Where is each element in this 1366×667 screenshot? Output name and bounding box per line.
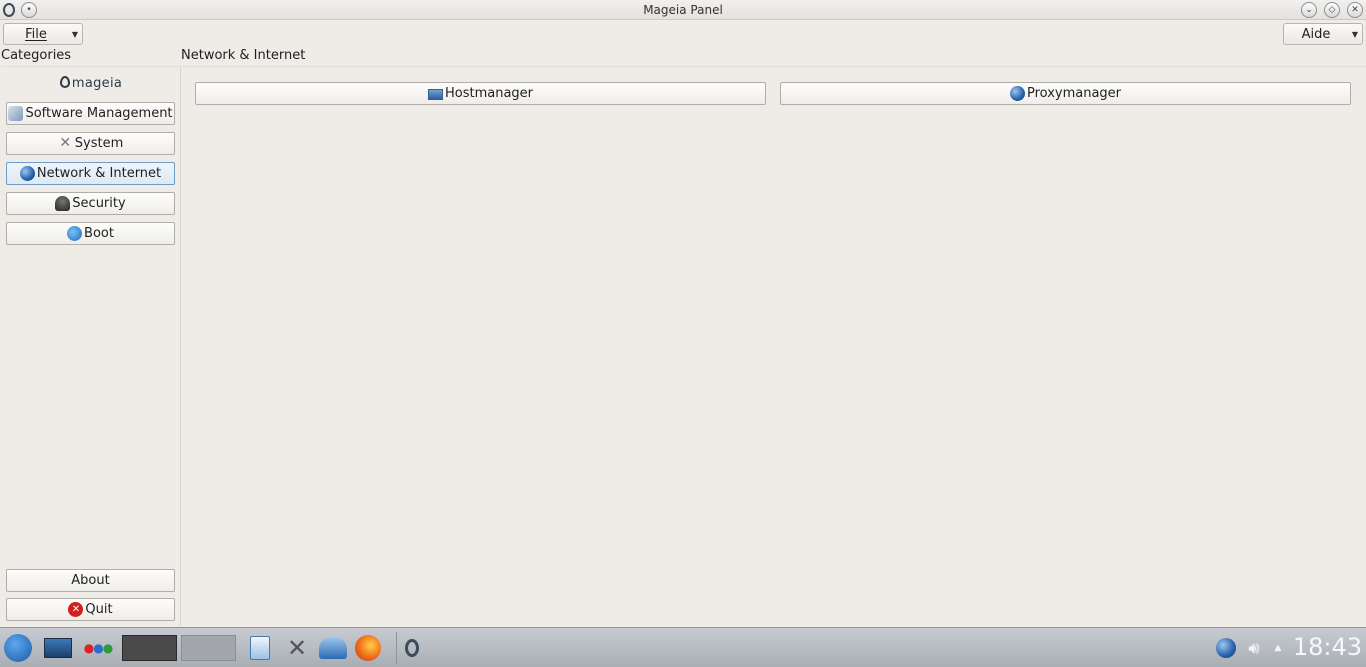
sidebar-item-label: Network & Internet — [36, 166, 162, 181]
file-menu-label: File — [25, 26, 47, 42]
proxymanager-label: Proxymanager — [1026, 86, 1122, 101]
sidebar-item-label: Boot — [84, 226, 114, 241]
main-panel: Hostmanager Proxymanager — [182, 66, 1366, 626]
tools-icon: ✕ — [59, 135, 72, 151]
sidebar-item-network-internet[interactable]: Network & Internet — [6, 162, 175, 185]
monitor-icon — [427, 88, 443, 100]
speaker-icon: 🔊︎ — [1248, 637, 1260, 659]
desktop-icon — [44, 638, 72, 658]
software-icon — [8, 106, 24, 121]
chevron-up-icon: ▲ — [1274, 643, 1282, 653]
hostmanager-button[interactable]: Hostmanager — [195, 82, 766, 105]
firefox-icon — [355, 635, 381, 661]
mageia-task-icon — [404, 639, 419, 657]
software-install-icon — [319, 637, 347, 659]
firefox-launcher[interactable] — [353, 632, 383, 664]
minimize-button[interactable]: ⌄ — [1301, 2, 1317, 18]
virtual-desktop-1[interactable] — [122, 632, 177, 664]
desktop-pager-inactive — [181, 635, 236, 661]
proxymanager-button[interactable]: Proxymanager — [780, 82, 1351, 105]
chevron-down-icon: ▼ — [1351, 29, 1359, 39]
window-title: Mageia Panel — [643, 3, 723, 17]
categories-sidebar: mageia Software Management ✕ System Netw… — [1, 66, 181, 626]
globe-icon — [19, 166, 35, 181]
virtual-desktop-2[interactable] — [181, 632, 236, 664]
file-manager-icon — [250, 636, 270, 660]
categories-header: Categories — [1, 48, 72, 63]
sidebar-item-label: Security — [72, 196, 126, 211]
lock-icon — [55, 196, 71, 211]
network-tray-icon-button[interactable] — [1214, 632, 1238, 664]
clock[interactable]: 18:43 — [1293, 633, 1362, 661]
taskbar: ●●● ✕ 🔊︎ ▲ 18:43 — [0, 627, 1366, 667]
chevron-down-icon: ▼ — [71, 29, 79, 39]
about-label: About — [71, 573, 110, 588]
mageia-panel-task[interactable] — [396, 632, 426, 664]
section-header: Network & Internet — [181, 48, 306, 63]
volume-tray-button[interactable]: 🔊︎ — [1242, 632, 1266, 664]
about-button[interactable]: About — [6, 569, 175, 592]
quit-button[interactable]: ✕ Quit — [6, 598, 175, 621]
sidebar-item-security[interactable]: Security — [6, 192, 175, 215]
hostmanager-label: Hostmanager — [444, 86, 534, 101]
logo-text: mageia — [71, 76, 123, 91]
file-menu-button[interactable]: File ▼ — [3, 23, 83, 45]
sidebar-item-label: Software Management — [25, 106, 173, 121]
sidebar-item-label: System — [74, 136, 124, 151]
network-globe-icon — [1216, 638, 1236, 658]
menubar: File ▼ Aide ▼ — [0, 20, 1366, 48]
quit-icon: ✕ — [68, 602, 84, 617]
mageia-start-icon — [4, 634, 32, 662]
install-software-launcher[interactable] — [317, 632, 349, 664]
sidebar-item-system[interactable]: ✕ System — [6, 132, 175, 155]
close-button[interactable]: ✕ — [1347, 2, 1363, 18]
boot-icon — [67, 226, 83, 241]
globe-icon — [1009, 86, 1025, 101]
quit-label: Quit — [85, 602, 113, 617]
control-center-launcher[interactable]: ✕ — [282, 632, 312, 664]
sidebar-item-boot[interactable]: Boot — [6, 222, 175, 245]
activities-button[interactable]: ●●● — [81, 632, 115, 664]
mageia-logo: mageia — [1, 76, 181, 91]
window-titlebar: • Mageia Panel ⌄ ◇ ✕ — [0, 0, 1366, 20]
mageia-logo-icon — [59, 76, 70, 88]
help-menu-button[interactable]: Aide ▼ — [1283, 23, 1363, 45]
help-menu-label: Aide — [1301, 26, 1331, 42]
desktop-pager-active — [122, 635, 177, 661]
tray-expand-button[interactable]: ▲ — [1271, 632, 1285, 664]
sidebar-item-software-management[interactable]: Software Management — [6, 102, 175, 125]
activities-icon: ●●● — [83, 641, 114, 655]
maximize-button[interactable]: ◇ — [1324, 2, 1340, 18]
desktop-button[interactable] — [42, 632, 74, 664]
start-menu-button[interactable] — [3, 632, 33, 664]
file-manager-launcher[interactable] — [246, 632, 274, 664]
tools-icon: ✕ — [286, 634, 308, 662]
